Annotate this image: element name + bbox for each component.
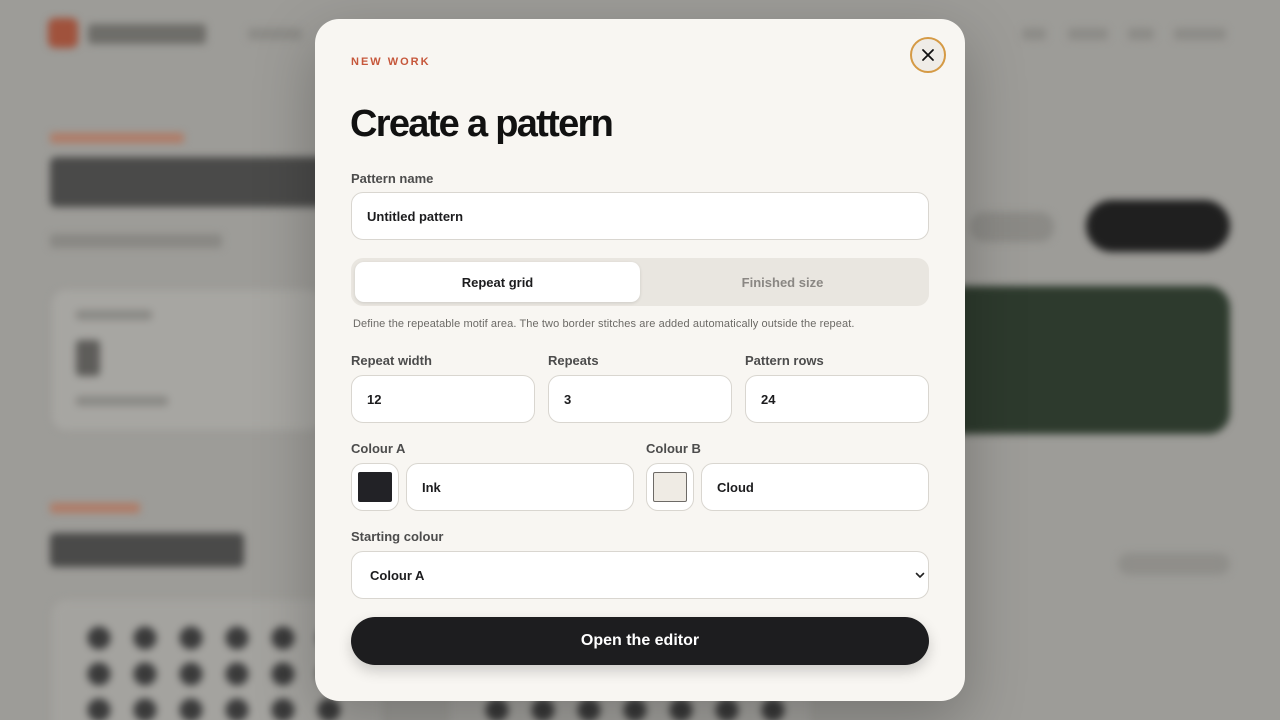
colour-a-swatch [358, 472, 392, 502]
repeats-label: Repeats [548, 353, 599, 368]
mode-hint: Define the repeatable motif area. The tw… [353, 318, 855, 330]
open-editor-button[interactable]: Open the editor [351, 617, 929, 665]
background-nav-link [248, 28, 302, 40]
background-ghost-button [970, 212, 1054, 242]
close-icon [922, 49, 934, 61]
repeats-input[interactable]: 3 [548, 375, 732, 423]
colour-b-label: Colour B [646, 441, 701, 456]
background-nav-link [1068, 28, 1108, 40]
colour-a-label: Colour A [351, 441, 406, 456]
mode-toggle: Repeat grid Finished size [351, 258, 929, 306]
background-eyebrow [50, 133, 184, 143]
tab-repeat-grid[interactable]: Repeat grid [355, 262, 640, 302]
repeat-width-input[interactable]: 12 [351, 375, 535, 423]
pattern-name-input[interactable]: Untitled pattern [351, 192, 929, 240]
background-subtitle [50, 234, 222, 248]
background-logo-text [88, 24, 206, 44]
background-stat-caption [76, 396, 168, 406]
background-filter-pill [1118, 553, 1230, 575]
starting-colour-select[interactable]: Colour A [351, 551, 929, 599]
create-pattern-dialog: NEW WORK Create a pattern Pattern name U… [315, 19, 965, 701]
background-section-eyebrow [50, 503, 140, 513]
starting-colour-label: Starting colour [351, 529, 444, 544]
background-logo-icon [48, 18, 78, 48]
colour-b-swatch [653, 472, 687, 502]
background-primary-button [1086, 200, 1230, 252]
background-stat-label [76, 310, 152, 320]
chevron-down-icon [915, 572, 925, 578]
background-nav-link [1174, 28, 1226, 40]
colour-b-name-input[interactable]: Cloud [701, 463, 929, 511]
colour-b-picker[interactable] [646, 463, 694, 511]
background-heading [50, 157, 340, 207]
background-stat-value [76, 340, 100, 376]
starting-colour-value: Colour A [370, 567, 425, 583]
colour-a-picker[interactable] [351, 463, 399, 511]
dialog-eyebrow: NEW WORK [351, 56, 431, 68]
background-nav-link [1022, 28, 1046, 40]
dialog-title: Create a pattern [350, 103, 614, 145]
pattern-rows-label: Pattern rows [745, 353, 824, 368]
pattern-name-label: Pattern name [351, 171, 434, 186]
close-button[interactable] [910, 37, 946, 73]
background-nav-link [1128, 28, 1154, 40]
background-section-heading [50, 533, 244, 567]
tab-finished-size[interactable]: Finished size [640, 262, 925, 302]
colour-a-name-input[interactable]: Ink [406, 463, 634, 511]
background-feature-card [940, 286, 1230, 434]
repeat-width-label: Repeat width [351, 353, 432, 368]
pattern-rows-input[interactable]: 24 [745, 375, 929, 423]
